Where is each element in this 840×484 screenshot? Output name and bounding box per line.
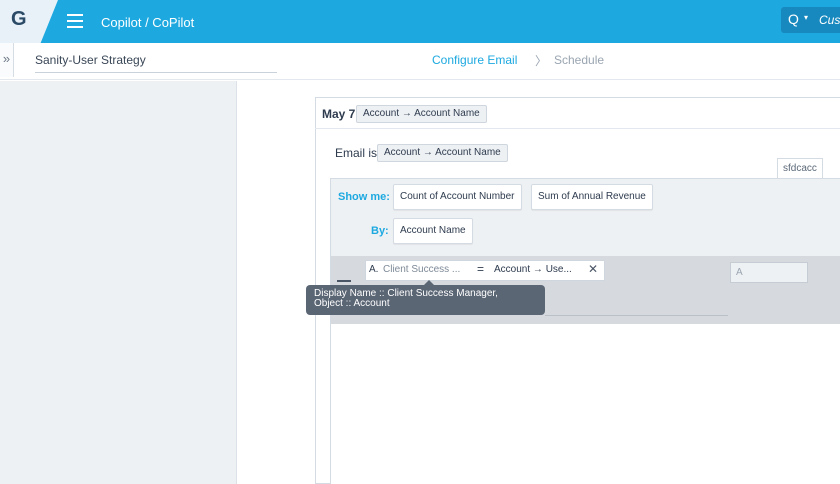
- strategy-name-underline: [35, 72, 277, 73]
- filter-field-input[interactable]: Client Success ...: [383, 264, 460, 275]
- filter-value-input[interactable]: Account → Use...: [494, 264, 572, 275]
- filter-letter: A.: [369, 264, 379, 275]
- step-configure-email[interactable]: Configure Email: [432, 53, 517, 67]
- show-field-count-account-number[interactable]: Count of Account Number: [393, 184, 522, 210]
- step-schedule[interactable]: Schedule: [554, 53, 604, 67]
- query-builder-body: [331, 324, 840, 484]
- card-divider: [315, 128, 840, 129]
- filter-underline: [545, 315, 728, 316]
- email-token[interactable]: Account → Account Name: [377, 144, 508, 162]
- date-token[interactable]: Account → Account Name: [356, 105, 487, 123]
- drag-handle-icon[interactable]: [337, 280, 351, 282]
- search-scope-label: Cus: [819, 13, 840, 27]
- left-panel: [0, 81, 237, 484]
- tooltip-line-2: Object :: Account: [314, 298, 390, 309]
- by-field-account-name[interactable]: Account Name: [393, 218, 473, 244]
- field-tooltip: Display Name :: Client Success Manager, …: [306, 285, 545, 315]
- app-title: Copilot / CoPilot: [101, 15, 195, 30]
- step-separator-icon: 〉: [535, 54, 548, 68]
- date-label: May 7: [322, 107, 356, 121]
- show-field-sum-annual-revenue[interactable]: Sum of Annual Revenue: [531, 184, 653, 210]
- filter-logic-input[interactable]: A: [730, 262, 808, 283]
- close-icon[interactable]: ✕: [588, 262, 598, 276]
- logo-letter: G: [11, 8, 27, 30]
- by-label: By:: [371, 225, 389, 237]
- search-button[interactable]: Q ▾ Cus: [781, 7, 840, 33]
- email-label: Email is: [335, 146, 378, 160]
- search-icon: Q: [788, 11, 799, 27]
- show-me-label: Show me:: [338, 191, 390, 203]
- chevron-down-icon: ▾: [804, 13, 809, 22]
- expand-sidebar-icon[interactable]: »: [0, 43, 14, 77]
- filter-operator[interactable]: =: [477, 262, 484, 276]
- hamburger-icon[interactable]: [67, 14, 83, 28]
- source-tag: sfdcacc: [777, 158, 823, 179]
- strategy-name-field[interactable]: Sanity-User Strategy: [35, 53, 146, 67]
